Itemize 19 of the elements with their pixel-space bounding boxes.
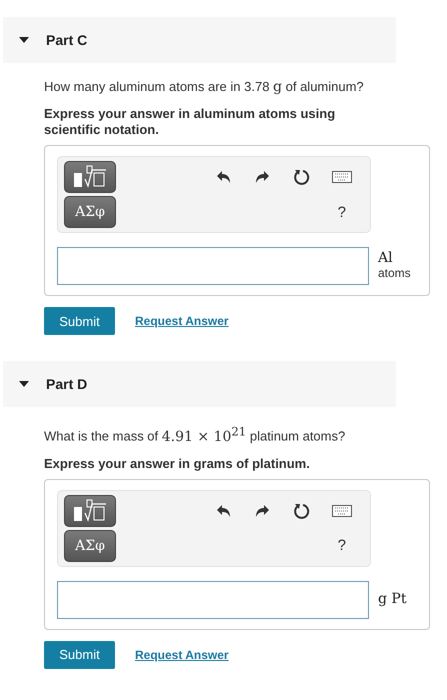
part-header[interactable]: Part C bbox=[3, 17, 396, 63]
request-answer-link[interactable]: Request Answer bbox=[135, 314, 229, 328]
part-header[interactable]: Part D bbox=[3, 361, 396, 407]
instruction-text: Express your answer in grams of platinum. bbox=[44, 456, 311, 472]
unit-label: atoms bbox=[378, 266, 411, 281]
part-title: Part C bbox=[46, 32, 88, 48]
unit-label: g Pt bbox=[378, 592, 406, 608]
unit-label: Al bbox=[378, 251, 394, 266]
question-text: How many aluminum atoms are in 3.78 g of aluminum? bbox=[44, 78, 365, 96]
submit-button[interactable]: Submit bbox=[44, 640, 115, 669]
submit-button[interactable]: Submit bbox=[44, 307, 115, 335]
help-button[interactable]: ? bbox=[338, 537, 364, 554]
help-button[interactable]: ? bbox=[338, 204, 364, 220]
question-text: What is the mass of 4.91 × 10$^{21}$ platinum atoms? bbox=[44, 423, 346, 446]
instruction-text: Express your answer in aluminum atoms using scientific notation. bbox=[44, 106, 336, 138]
part-title: Part D bbox=[46, 376, 88, 392]
symbols-button[interactable]: ΑΣφ bbox=[64, 530, 116, 562]
symbols-button[interactable]: ΑΣφ bbox=[64, 196, 116, 228]
request-answer-link[interactable]: Request Answer bbox=[135, 648, 229, 662]
